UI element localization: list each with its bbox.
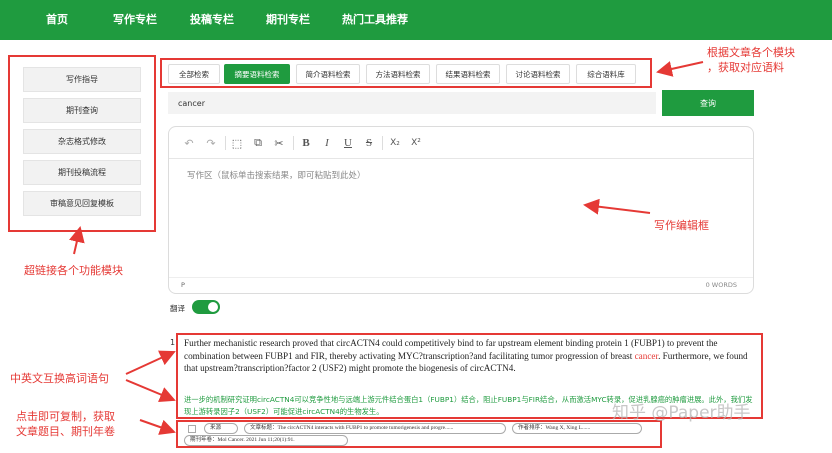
- sidebar-item-writing-guide[interactable]: 写作指导: [23, 67, 141, 92]
- toggle-knob: [208, 302, 218, 312]
- italic-icon[interactable]: I: [319, 136, 335, 150]
- nav-submission[interactable]: 投稿专栏: [190, 0, 234, 40]
- subscript-icon[interactable]: X₂: [387, 136, 403, 150]
- search-input[interactable]: [168, 92, 656, 114]
- annotation-bilingual: 中英文互换高词语句: [10, 372, 109, 385]
- editor-statusbar: P 0 WORDS: [169, 277, 753, 293]
- select-all-icon[interactable]: ⬚: [229, 136, 245, 150]
- editor[interactable]: ↶ ↷ ⬚ ⧉ ✂ B I U S X₂ X² 写作区（鼠标单击搜索结果，即可粘…: [168, 126, 754, 294]
- toolbar-divider: [382, 136, 383, 150]
- journal-chip[interactable]: 期刊年卷：Mol Cancer. 2021 Jun 11;20(1):91.: [184, 435, 348, 446]
- sidebar-item-journal-search[interactable]: 期刊查询: [23, 98, 141, 123]
- result-english[interactable]: Further mechanistic research proved that…: [184, 337, 756, 375]
- sidebar-item-submission-flow[interactable]: 期刊投稿流程: [23, 160, 141, 185]
- undo-icon[interactable]: ↶: [181, 136, 197, 150]
- bold-icon[interactable]: B: [298, 136, 314, 150]
- nav-tools[interactable]: 热门工具推荐: [342, 0, 408, 40]
- translate-label: 翻译: [170, 304, 185, 313]
- nav-writing[interactable]: 写作专栏: [113, 0, 157, 40]
- editor-placeholder: 写作区（鼠标单击搜索结果，即可粘贴到此处）: [187, 171, 366, 181]
- nav-journals[interactable]: 期刊专栏: [266, 0, 310, 40]
- tab-results[interactable]: 结果语料检索: [436, 64, 500, 84]
- tab-discussion[interactable]: 讨论语料检索: [506, 64, 570, 84]
- search-tabs: 全部检索 摘要语料检索 简介语料检索 方法语料检索 结果语料检索 讨论语料检索 …: [160, 58, 652, 88]
- redo-icon[interactable]: ↷: [203, 136, 219, 150]
- superscript-icon[interactable]: X²: [408, 136, 424, 150]
- tab-corpus[interactable]: 综合语料库: [576, 64, 636, 84]
- sidebar-item-review-reply[interactable]: 审稿意见回复模板: [23, 191, 141, 216]
- annotation-editor: 写作编辑框: [654, 219, 709, 232]
- strikethrough-icon[interactable]: S: [361, 136, 377, 150]
- keyword-highlight: cancer: [634, 350, 659, 361]
- watermark: 知乎 @Paper助手: [612, 403, 751, 423]
- copy-icon[interactable]: ⧉: [250, 136, 266, 150]
- result-meta: 来源 文章标题：The circACTN4 interacts with FUB…: [176, 420, 662, 448]
- top-nav: 首页 写作专栏 投稿专栏 期刊专栏 热门工具推荐: [0, 0, 832, 40]
- authors-chip[interactable]: 作者排序：Wang X, Xing L......: [512, 423, 642, 434]
- sidebar-item-format[interactable]: 杂志格式修改: [23, 129, 141, 154]
- annotation-tabs: 根据文章各个模块 ，获取对应语料: [707, 46, 795, 74]
- nav-home[interactable]: 首页: [46, 0, 68, 40]
- annotation-copy: 点击即可复制，获取 文章题目、期刊年卷: [16, 410, 115, 438]
- tab-methods[interactable]: 方法语料检索: [366, 64, 430, 84]
- title-chip[interactable]: 文章标题：The circACTN4 interacts with FUBP1 …: [244, 423, 506, 434]
- tab-intro[interactable]: 简介语料检索: [296, 64, 360, 84]
- editor-toolbar: ↶ ↷ ⬚ ⧉ ✂ B I U S X₂ X²: [169, 127, 753, 159]
- element-path: P: [181, 281, 185, 289]
- toolbar-divider: [293, 136, 294, 150]
- tab-abstract[interactable]: 摘要语料检索: [224, 64, 290, 84]
- translate-toggle[interactable]: [192, 300, 220, 314]
- sidebar: 写作指导 期刊查询 杂志格式修改 期刊投稿流程 审稿意见回复模板: [8, 55, 156, 232]
- checkbox[interactable]: [188, 425, 196, 433]
- underline-icon[interactable]: U: [340, 136, 356, 150]
- annotation-sidebar: 超链接各个功能模块: [24, 264, 123, 277]
- source-chip[interactable]: 来源: [204, 423, 238, 434]
- tab-all[interactable]: 全部检索: [168, 64, 220, 84]
- search-button[interactable]: 查询: [662, 90, 754, 116]
- cut-icon[interactable]: ✂: [271, 136, 287, 150]
- toolbar-divider: [225, 136, 226, 150]
- word-count: 0 WORDS: [705, 281, 737, 289]
